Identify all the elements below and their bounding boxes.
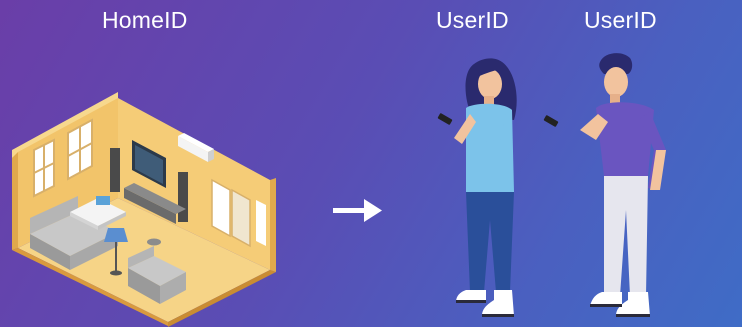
speaker-right — [178, 172, 188, 222]
user-woman-figure — [437, 58, 517, 317]
side-door — [256, 200, 266, 246]
robot-vacuum — [147, 238, 161, 246]
window-left — [33, 138, 55, 198]
user-man-figure — [543, 53, 666, 317]
room-illustration — [12, 92, 276, 327]
diagram-illustration — [12, 53, 666, 327]
arrow-right-icon — [333, 199, 382, 222]
speaker-left — [110, 148, 120, 192]
